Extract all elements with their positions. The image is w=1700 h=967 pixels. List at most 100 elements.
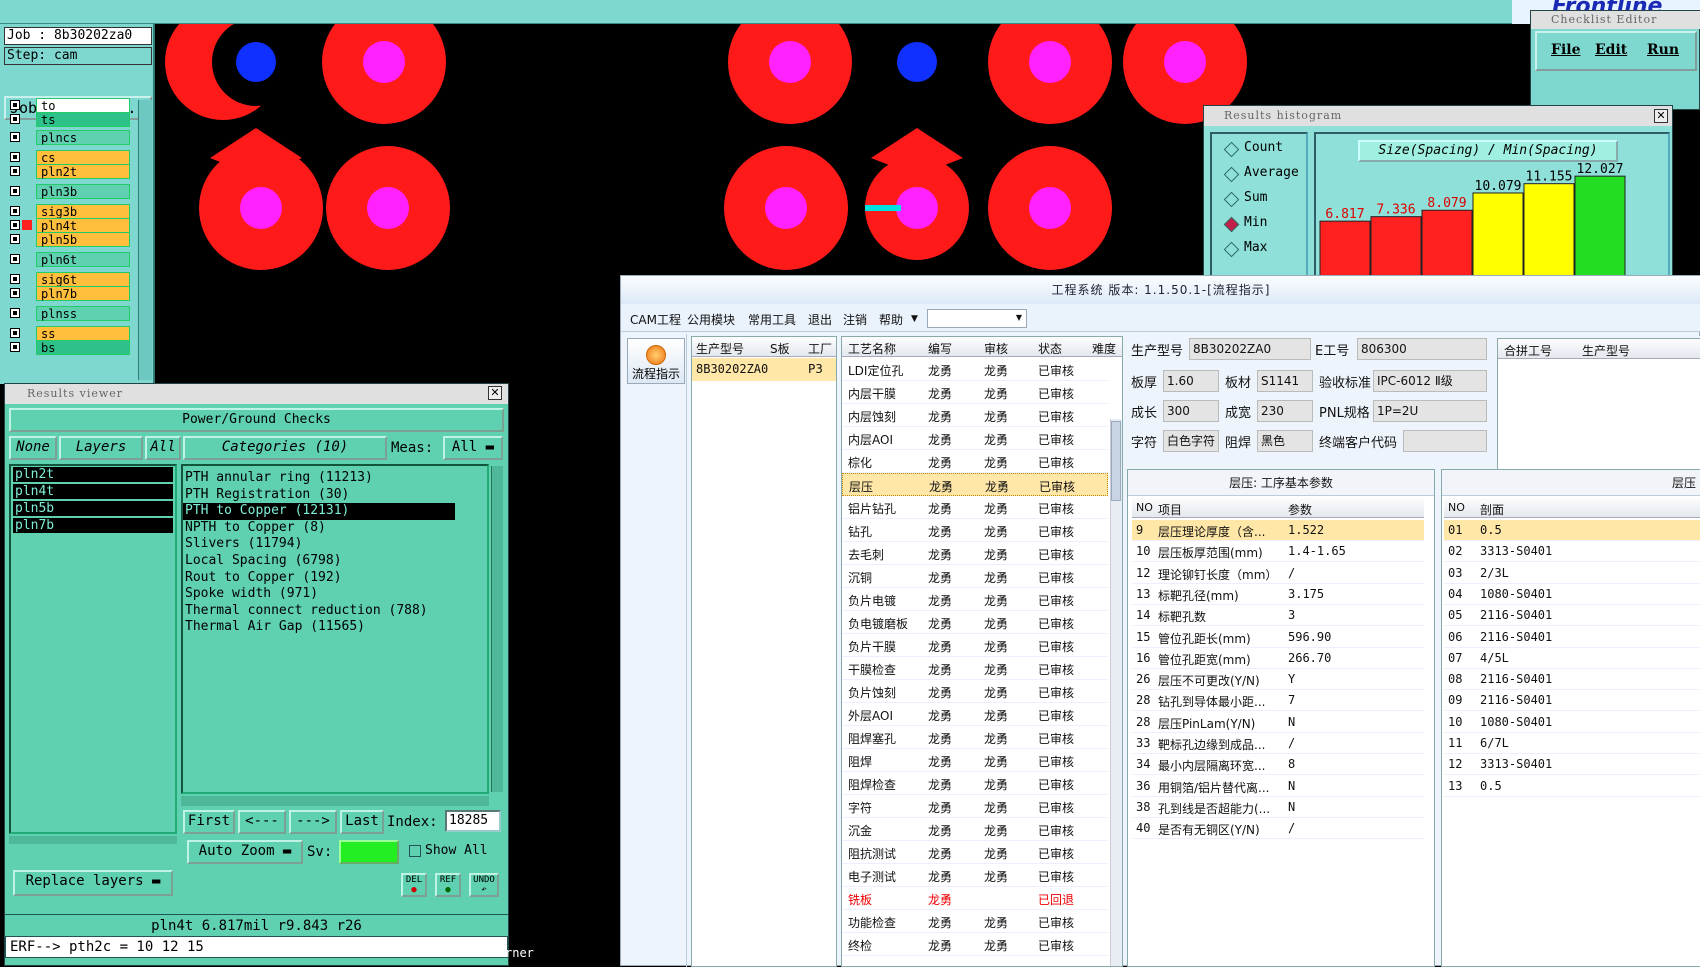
- ref-button[interactable]: REF ●: [435, 873, 461, 897]
- stackup-row[interactable]: 08 2116-S0401: [1444, 669, 1700, 691]
- histogram-bar[interactable]: [1574, 175, 1626, 280]
- category-item[interactable]: Rout to Copper (192): [183, 570, 455, 587]
- histogram-bar[interactable]: [1370, 216, 1422, 280]
- layer-checkbox[interactable]: [10, 186, 20, 196]
- layer-checkbox[interactable]: [10, 206, 20, 216]
- menu-common-module[interactable]: 公用模块: [687, 311, 735, 328]
- layer-checkbox[interactable]: [10, 234, 20, 244]
- param-row[interactable]: 16 管位孔距宽(mm) 266.70: [1132, 648, 1424, 669]
- next-button[interactable]: --->: [289, 810, 337, 834]
- process-row[interactable]: 负电镀磨板 龙勇 龙勇 已审核: [842, 611, 1108, 634]
- char-field[interactable]: 白色字符: [1163, 430, 1219, 452]
- param-row[interactable]: 40 是否有无铜区(Y/N) /: [1132, 818, 1424, 840]
- undo-button[interactable]: UNDO ↶: [469, 873, 499, 897]
- histogram-option-count[interactable]: Count: [1224, 140, 1283, 155]
- layer-name[interactable]: pln6t: [36, 252, 130, 267]
- process-row[interactable]: 字符 龙勇 龙勇 已审核: [842, 795, 1108, 818]
- layer-row-pln2t[interactable]: pln2t: [6, 164, 130, 179]
- param-row[interactable]: 33 靶标孔边缘到成品... /: [1132, 733, 1424, 754]
- layer-checkbox[interactable]: [10, 132, 20, 142]
- menu-exit[interactable]: 退出: [808, 311, 832, 328]
- categories-hscrollbar[interactable]: [181, 796, 489, 806]
- mask-field[interactable]: 黑色: [1257, 430, 1313, 452]
- result-layer-item[interactable]: pln5b: [13, 501, 173, 516]
- layer-checkbox[interactable]: [10, 288, 20, 298]
- layer-checkbox[interactable]: [10, 274, 20, 284]
- layer-row-sig3b[interactable]: sig3b: [6, 204, 130, 219]
- layer-list-scrollbar[interactable]: [138, 100, 152, 380]
- layer-row-pln3b[interactable]: pln3b: [6, 184, 130, 199]
- sv-dropdown[interactable]: [339, 840, 399, 864]
- layer-name[interactable]: cs: [36, 150, 130, 165]
- process-row[interactable]: 层压 龙勇 龙勇 已审核: [842, 473, 1108, 496]
- layers-button[interactable]: Layers: [59, 436, 143, 460]
- process-row[interactable]: 内层蚀刻 龙勇 龙勇 已审核: [842, 404, 1108, 427]
- layer-checkbox[interactable]: [10, 114, 20, 124]
- histogram-option-average[interactable]: Average: [1224, 165, 1299, 180]
- pnl-field[interactable]: 1P=2U: [1373, 400, 1487, 422]
- process-row[interactable]: 沉金 龙勇 龙勇 已审核: [842, 818, 1108, 841]
- layer-row-pln6t[interactable]: pln6t: [6, 252, 130, 267]
- process-row[interactable]: 功能检查 龙勇 龙勇 已审核: [842, 910, 1108, 933]
- result-layer-item[interactable]: pln2t: [13, 467, 173, 482]
- menu-logout[interactable]: 注销: [843, 311, 867, 328]
- process-row[interactable]: 阻焊塞孔 龙勇 龙勇 已审核: [842, 726, 1108, 749]
- width-field[interactable]: 230: [1257, 400, 1313, 422]
- none-button[interactable]: None: [9, 436, 57, 460]
- eno-field[interactable]: 806300: [1357, 338, 1487, 360]
- stackup-row[interactable]: 07 4/5L: [1444, 648, 1700, 669]
- param-row[interactable]: 28 钻孔到导体最小距... 7: [1132, 690, 1424, 712]
- menu-edit[interactable]: Edit: [1595, 42, 1627, 58]
- param-row[interactable]: 12 理论铆钉长度（mm） /: [1132, 563, 1424, 584]
- layer-row-bs[interactable]: bs: [6, 340, 130, 355]
- layer-name[interactable]: bs: [36, 340, 130, 355]
- stackup-row[interactable]: 05 2116-S0401: [1444, 605, 1700, 627]
- layer-checkbox[interactable]: [10, 254, 20, 264]
- layer-name[interactable]: pln4t: [36, 218, 130, 233]
- layer-name[interactable]: pln3b: [36, 184, 130, 199]
- layer-results-hscrollbar[interactable]: [9, 836, 177, 844]
- categories-scrollbar[interactable]: [491, 466, 503, 792]
- category-item[interactable]: PTH to Copper (12131): [183, 503, 455, 520]
- layer-row-sig6t[interactable]: sig6t: [6, 272, 130, 287]
- meas-dropdown[interactable]: All ▬: [443, 436, 503, 460]
- param-row[interactable]: 9 层压理论厚度（含... 1.522: [1132, 520, 1424, 541]
- stackup-row[interactable]: 02 3313-S0401: [1444, 541, 1700, 563]
- process-row[interactable]: 负片电镀 龙勇 龙勇 已审核: [842, 588, 1108, 611]
- layer-row-plncs[interactable]: plncs: [6, 130, 130, 145]
- process-row[interactable]: 终检 龙勇 龙勇 已审核: [842, 933, 1108, 956]
- layer-row-ts[interactable]: ts: [6, 112, 130, 127]
- stackup-row[interactable]: 06 2116-S0401: [1444, 627, 1700, 648]
- layer-checkbox[interactable]: [10, 100, 20, 110]
- param-row[interactable]: 36 用铜箔/铝片替代离... N: [1132, 776, 1424, 797]
- layer-checkbox[interactable]: [10, 152, 20, 162]
- layer-name[interactable]: sig6t: [36, 272, 130, 287]
- layer-name[interactable]: plncs: [36, 130, 130, 145]
- menu-file[interactable]: File: [1551, 42, 1580, 58]
- result-layer-item[interactable]: pln4t: [13, 484, 173, 499]
- process-row[interactable]: 内层干膜 龙勇 龙勇 已审核: [842, 381, 1108, 404]
- prev-button[interactable]: <---: [238, 810, 286, 834]
- process-scrollbar[interactable]: [1110, 419, 1122, 966]
- layer-checkbox[interactable]: [10, 220, 20, 230]
- layer-name[interactable]: pln7b: [36, 286, 130, 301]
- process-row[interactable]: 干膜检查 龙勇 龙勇 已审核: [842, 657, 1108, 680]
- process-row[interactable]: 铝片钻孔 龙勇 龙勇 已审核: [842, 496, 1108, 519]
- histogram-option-min[interactable]: Min: [1224, 215, 1267, 230]
- categories-list[interactable]: PTH annular ring (11213) PTH Registration…: [181, 464, 489, 794]
- menu-help[interactable]: 帮助: [879, 311, 903, 328]
- stackup-row[interactable]: 01 0.5: [1444, 520, 1700, 541]
- layer-checkbox[interactable]: [10, 166, 20, 176]
- stackup-row[interactable]: 13 0.5: [1444, 776, 1700, 797]
- param-row[interactable]: 34 最小内层隔离环宽... 8: [1132, 754, 1424, 776]
- layer-row-pln4t[interactable]: pln4t: [6, 218, 130, 233]
- replace-layers-dropdown[interactable]: Replace layers ▬: [13, 870, 173, 896]
- process-row[interactable]: 负片蚀刻 龙勇 龙勇 已审核: [842, 680, 1108, 703]
- stackup-row[interactable]: 03 2/3L: [1444, 563, 1700, 584]
- param-row[interactable]: 13 标靶孔径(mm) 3.175: [1132, 584, 1424, 605]
- category-item[interactable]: PTH Registration (30): [183, 487, 455, 504]
- spacing-marker[interactable]: [865, 205, 901, 211]
- stackup-row[interactable]: 11 6/7L: [1444, 733, 1700, 754]
- layer-checkbox[interactable]: [10, 308, 20, 318]
- index-input[interactable]: 18285: [445, 810, 501, 832]
